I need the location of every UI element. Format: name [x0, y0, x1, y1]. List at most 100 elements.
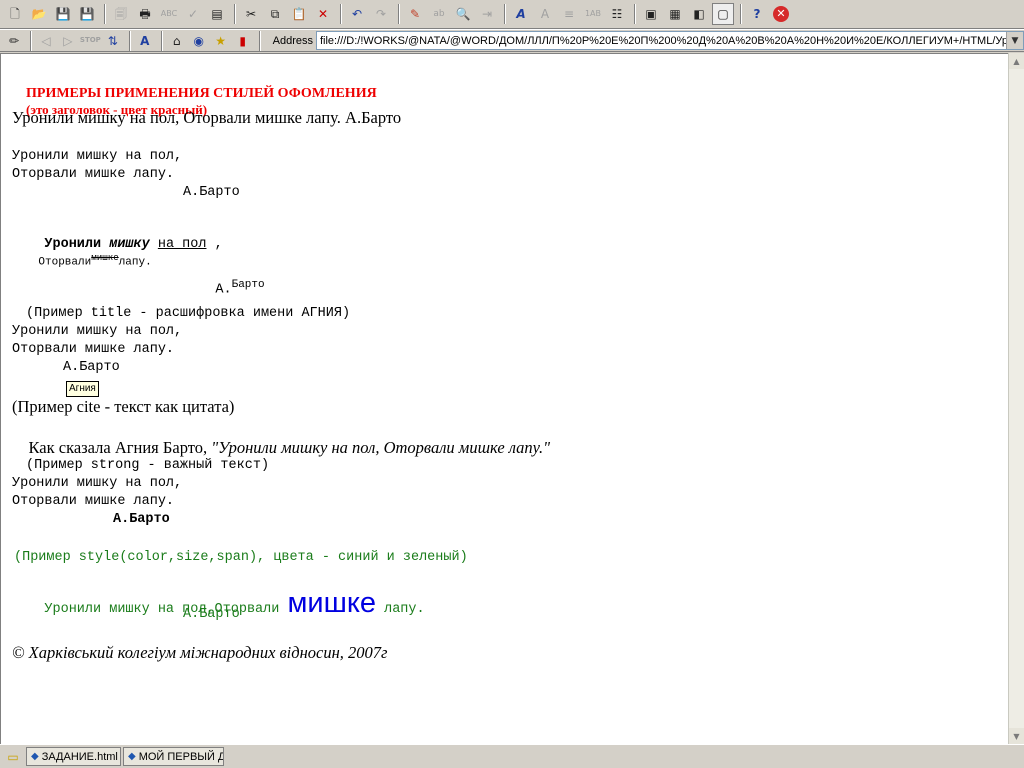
favorites-icon[interactable]: ★ — [211, 30, 231, 52]
style-example-line-1: Уронили мишку на пол,Оторвали мишке лапу… — [12, 572, 425, 635]
style-example-caption: (Пример style(color,size,span), цвета - … — [14, 550, 468, 565]
strong-example-author: А.Барто — [113, 512, 170, 527]
back-icon[interactable]: ◁ — [36, 30, 56, 52]
toolbar-separator — [340, 4, 342, 24]
view3-icon[interactable]: ◧ — [688, 3, 710, 25]
redo-icon[interactable]: ↷ — [370, 3, 392, 25]
spellcheck-icon[interactable]: ABC — [158, 3, 180, 25]
pre-block-1-author: А.Барто — [183, 185, 240, 200]
style-example-author: А.Барто — [183, 607, 240, 622]
doc-tab-zadanie[interactable]: ◆ ЗАДАНИЕ.html — [26, 747, 121, 766]
pre-block-1-line-2: Оторвали мишке лапу. — [12, 167, 175, 182]
doc-tab-label: МОЙ ПЕРВЫЙ ДОК — [138, 750, 223, 763]
font-size-icon[interactable]: A — [135, 30, 155, 52]
cite-quote: "Уронили мишку на пол, Оторвали мишке ла… — [211, 438, 551, 457]
save-all-icon[interactable]: 💾 — [76, 3, 98, 25]
format-icon[interactable]: A — [534, 3, 556, 25]
styled-small-text: Оторвали — [38, 256, 92, 269]
view4-icon[interactable]: ▢ — [712, 3, 734, 25]
strong-example-line-2: Оторвали мишке лапу. — [12, 494, 175, 509]
heading-main: ПРИМЕРЫ ПРИМЕНЕНИЯ СТИЛЕЙ ОФОМЛЕНИЯ — [26, 86, 377, 101]
title-example-author[interactable]: А.Барто — [63, 360, 120, 375]
toolbar-separator — [104, 4, 106, 24]
undo-icon[interactable]: ↶ — [346, 3, 368, 25]
print-preview-icon[interactable]: 🗐 — [110, 3, 132, 25]
document-tabs-bar: ▭ ◆ ЗАДАНИЕ.html ◆ МОЙ ПЕРВЫЙ ДОК — [0, 744, 1024, 768]
insert-icon[interactable]: ⇥ — [476, 3, 498, 25]
document-view: ПРИМЕРЫ ПРИМЕНЕНИЯ СТИЛЕЙ ОФОМЛЕНИЯ (это… — [0, 53, 1008, 744]
title-example-caption: (Пример title - расшифровка имени АГНИЯ) — [26, 306, 351, 321]
scroll-up-icon[interactable]: ▲ — [1009, 53, 1024, 69]
toolbar-separator — [160, 30, 163, 51]
indent-icon[interactable]: ≡ — [558, 3, 580, 25]
toolbar-separator — [234, 4, 236, 24]
scroll-down-icon[interactable]: ▼ — [1009, 728, 1024, 744]
bookmark-icon[interactable]: ✎ — [404, 3, 426, 25]
html-doc-icon: ◆ — [128, 751, 136, 762]
stop-icon[interactable]: STOP — [80, 30, 101, 52]
styled-author-initial: А. — [215, 282, 232, 298]
address-field[interactable]: file:///D:/!WORKS/@NATA/@WORD/ДОМ/ЛЛЛ/П%… — [315, 31, 1024, 50]
delete-icon[interactable]: ✕ — [312, 3, 334, 25]
toolbar-separator — [398, 4, 400, 24]
save-icon[interactable]: 💾 — [52, 3, 74, 25]
chevron-down-icon[interactable]: ▼ — [1005, 32, 1023, 49]
styled-author-sup: Барто — [231, 279, 265, 291]
close-red-icon[interactable]: ✕ — [770, 3, 792, 25]
style-example-end: лапу. — [376, 602, 425, 617]
font-icon[interactable]: A — [510, 3, 532, 25]
copy-icon[interactable]: ⧉ — [264, 3, 286, 25]
edit-pencil-icon[interactable]: ✏ — [4, 30, 24, 52]
doc-tab-first-doc[interactable]: ◆ МОЙ ПЕРВЫЙ ДОК — [123, 747, 224, 766]
paste-icon[interactable]: 📋 — [288, 3, 310, 25]
copyright-text: © Харківський колегіум міжнародних відно… — [12, 643, 388, 662]
toolbar-separator — [504, 4, 506, 24]
toolbar-separator — [29, 30, 32, 51]
pre-block-1-line-1: Уронили мишку на пол, — [12, 149, 183, 164]
main-toolbar: 🗋 📂 💾 💾 🗐 🖶 ABC ✓ ▤ ✂ ⧉ 📋 ✕ ↶ ↷ ✎ ab 🔍 ⇥… — [0, 0, 1024, 29]
cite-example-caption: (Пример cite - текст как цитата) — [12, 397, 235, 416]
html-doc-icon: ◆ — [31, 751, 39, 762]
address-url[interactable]: file:///D:/!WORKS/@NATA/@WORD/ДОМ/ЛЛЛ/П%… — [317, 35, 1023, 47]
doc-tab-label: ЗАДАНИЕ.html — [41, 750, 118, 763]
toolbar-separator — [740, 4, 742, 24]
numbering-icon[interactable]: 1AB — [582, 3, 604, 25]
find-icon[interactable]: 🔍 — [452, 3, 474, 25]
toolbar-separator — [128, 30, 131, 51]
toolbar-separator — [258, 30, 261, 51]
styled-underline-text: на пол — [157, 237, 207, 252]
styled-small-end: лапу. — [118, 256, 152, 269]
style-example-start: Уронили мишку на пол,Оторвали — [44, 602, 288, 617]
navigation-toolbar: ✏ ◁ ▷ STOP ⇅ A ⌂ ◉ ★ ▮ Address file:///D… — [0, 29, 1024, 52]
new-icon[interactable]: 🗋 — [4, 3, 26, 25]
cut-icon[interactable]: ✂ — [240, 3, 262, 25]
strong-example-caption: (Пример strong - важный текст) — [26, 458, 270, 473]
view1-icon[interactable]: ▣ — [640, 3, 662, 25]
page-icon[interactable]: ▤ — [206, 3, 228, 25]
open-icon[interactable]: 📂 — [28, 3, 50, 25]
style-example-big-word: мишке — [287, 587, 376, 619]
toolbar-separator — [634, 4, 636, 24]
title-example-line-2: Оторвали мишке лапу. — [12, 342, 175, 357]
bookmark-red-icon[interactable]: ▮ — [233, 30, 253, 52]
home-icon[interactable]: ⌂ — [167, 30, 187, 52]
strong-example-line-1: Уронили мишку на пол, — [12, 476, 183, 491]
refresh-icon[interactable]: ⇅ — [103, 30, 123, 52]
address-label: Address — [272, 34, 313, 47]
search-globe-icon[interactable]: ◉ — [189, 30, 209, 52]
title-example-line-1: Уронили мишку на пол, — [12, 324, 183, 339]
view2-icon[interactable]: ▦ — [664, 3, 686, 25]
check-icon[interactable]: ✓ — [182, 3, 204, 25]
print-icon[interactable]: 🖶 — [134, 3, 156, 25]
help-icon[interactable]: ? — [746, 3, 768, 25]
poem-serif-line: Уронили мишку на пол, Оторвали мишке лап… — [12, 108, 402, 127]
styled-strike-sup-text: мишке — [91, 252, 119, 263]
vertical-scrollbar[interactable]: ▲ ▼ — [1008, 53, 1024, 744]
styled-block-line-2: Оторвалимишкелапу. — [12, 240, 152, 281]
author-tooltip: Агния — [66, 381, 99, 397]
styled-comma: , — [206, 237, 223, 252]
folder-icon[interactable]: ▭ — [4, 749, 22, 765]
forward-icon[interactable]: ▷ — [58, 30, 78, 52]
properties-icon[interactable]: ☷ — [606, 3, 628, 25]
replace-icon[interactable]: ab — [428, 3, 450, 25]
